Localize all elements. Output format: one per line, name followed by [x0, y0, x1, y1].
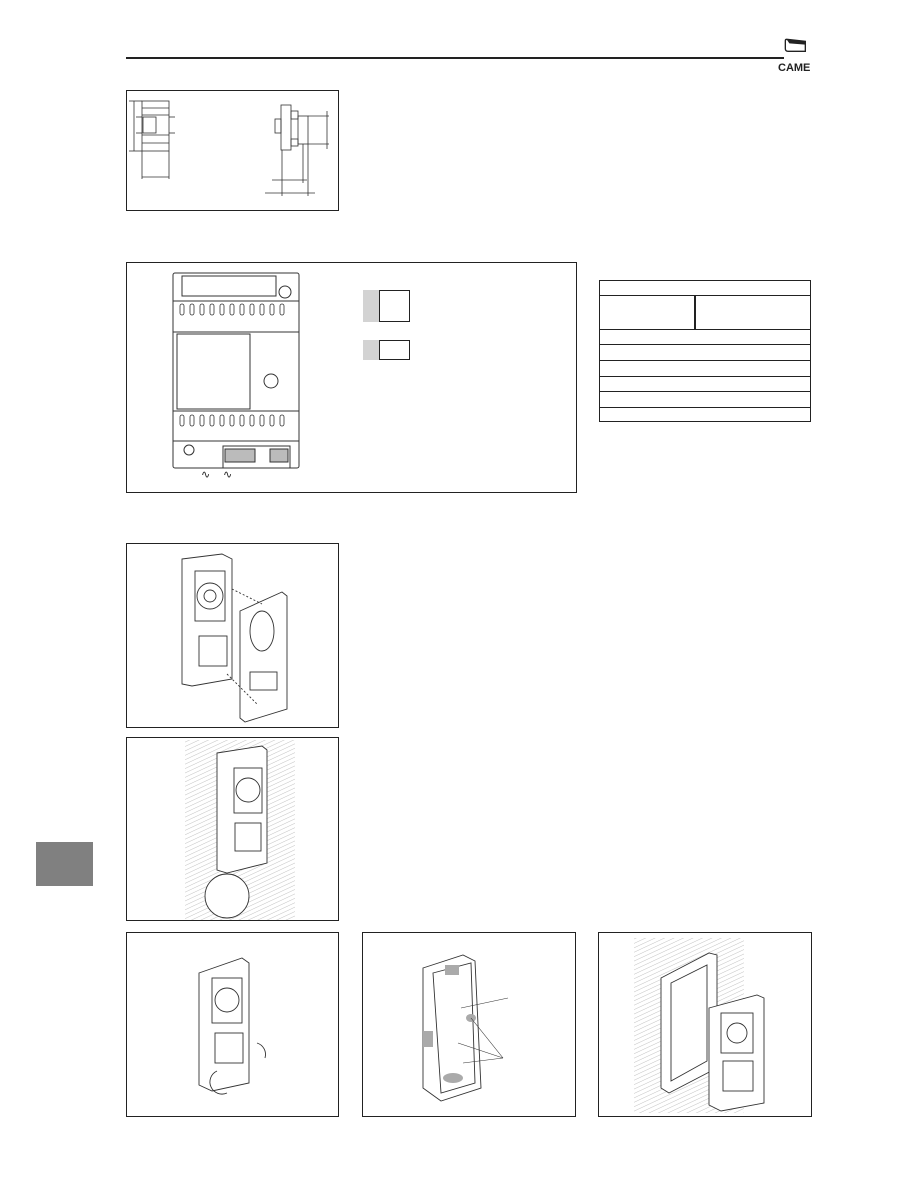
table-column-divider [694, 296, 696, 330]
table-row [600, 407, 810, 408]
legend-box-1 [379, 290, 410, 322]
terminal-cover-open [126, 932, 339, 1117]
vent-slot [259, 303, 265, 316]
legend-box-2 [379, 340, 410, 360]
legend-swatch-1 [363, 290, 380, 322]
power-supply-terminals: ∿ ∿ [126, 262, 577, 493]
vent-slot [179, 303, 185, 316]
vent-slot [209, 303, 215, 316]
flush-frame-drawing [634, 938, 765, 1113]
section-tab [36, 842, 93, 886]
flush-box-drawing [422, 954, 509, 1102]
vent-slot [199, 303, 205, 316]
vent-slot [199, 414, 205, 427]
vent-slot [239, 414, 245, 427]
came-logo-icon [784, 38, 806, 52]
dimension-lines [129, 100, 329, 196]
flush-box-knockouts [362, 932, 576, 1117]
ac-symbol-2: ∿ [223, 469, 233, 481]
table-row [600, 391, 810, 392]
vent-slot [209, 414, 215, 427]
vent-slot [269, 414, 275, 427]
wall-mount-drawing [185, 740, 295, 920]
vent-slot [219, 303, 225, 316]
table-row [600, 360, 810, 361]
specs-table [599, 280, 811, 422]
vent-slot [249, 303, 255, 316]
vent-slot [229, 414, 235, 427]
vent-slot [189, 414, 195, 427]
table-row [600, 329, 810, 330]
power-supply-drawing [172, 272, 300, 469]
vent-slot [259, 414, 265, 427]
vent-slot [279, 303, 285, 316]
vent-slot [229, 303, 235, 316]
dimensions-drawing [126, 90, 339, 211]
legend-swatch-2 [363, 340, 380, 360]
vent-slot [179, 414, 185, 427]
vent-slot [249, 414, 255, 427]
surface-wall-mount [126, 737, 339, 921]
ac-symbol-1: ∿ [201, 469, 211, 481]
header-rule [126, 57, 784, 59]
vent-slot [189, 303, 195, 316]
vent-slot [219, 414, 225, 427]
panel-front-cover [126, 543, 339, 728]
vent-slot [239, 303, 245, 316]
vent-slot [269, 303, 275, 316]
vent-slot [279, 414, 285, 427]
brand-name: CAME [778, 62, 811, 74]
table-row [600, 376, 810, 377]
table-row [600, 295, 810, 296]
flush-frame-mount [598, 932, 812, 1117]
table-row [600, 344, 810, 345]
terminal-cover-drawing [198, 957, 266, 1095]
panel-cover-drawing [181, 553, 288, 723]
